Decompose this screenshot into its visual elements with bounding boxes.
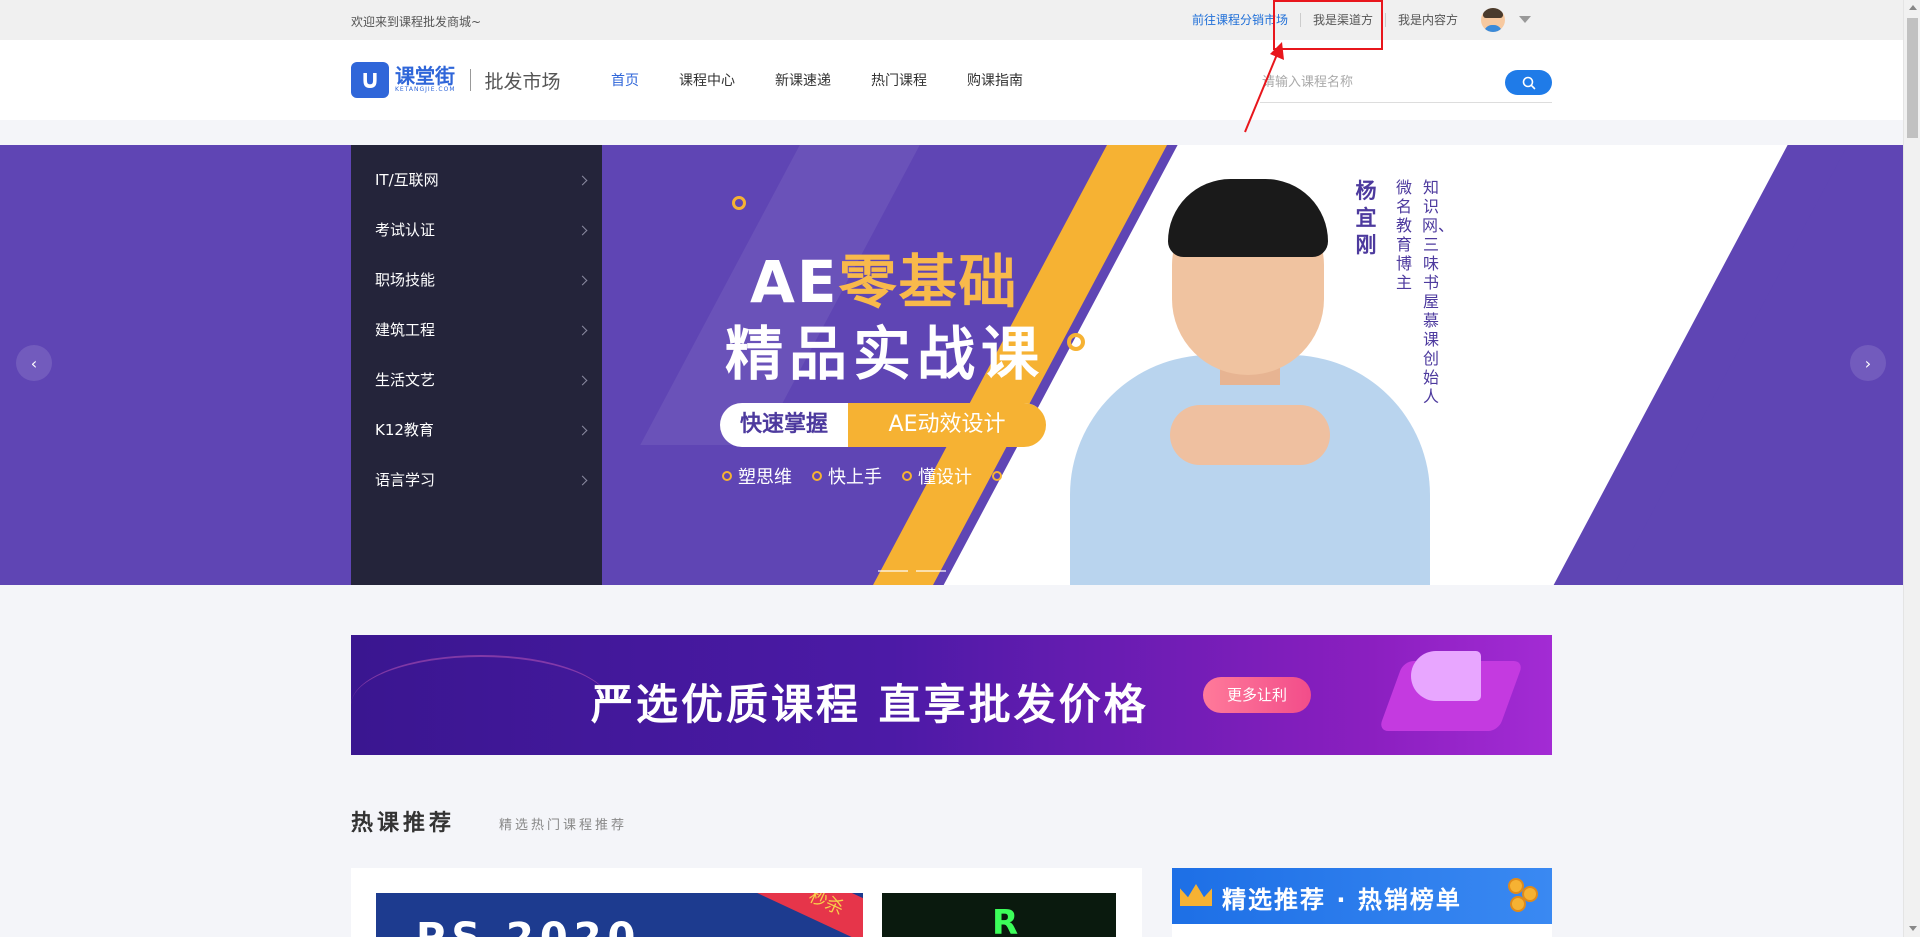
search-bar bbox=[1260, 63, 1552, 103]
feature-item: 快上手 bbox=[812, 463, 882, 489]
search-button[interactable] bbox=[1505, 70, 1552, 95]
teacher-title-1: 微名教育博主 bbox=[1395, 178, 1412, 292]
caret-down-icon[interactable] bbox=[1519, 16, 1531, 23]
nav-new-courses[interactable]: 新课速递 bbox=[775, 70, 831, 90]
nav-course-center[interactable]: 课程中心 bbox=[679, 70, 735, 90]
feature-item: 塑思维 bbox=[722, 463, 792, 489]
carousel-next-button[interactable]: › bbox=[1850, 345, 1886, 381]
promo-features: 塑思维 快上手 懂设计 巧操作 bbox=[722, 463, 1082, 489]
category-label: 语言学习 bbox=[375, 471, 436, 489]
ranking-list bbox=[1172, 924, 1552, 937]
nav-buying-guide[interactable]: 购课指南 bbox=[967, 70, 1023, 90]
carousel-dot-active[interactable] bbox=[954, 570, 984, 573]
category-item[interactable]: 建筑工程 bbox=[351, 305, 602, 355]
carousel-dot[interactable] bbox=[992, 570, 1022, 572]
logo-name: 课堂街 bbox=[395, 64, 455, 88]
category-item[interactable]: K12教育 bbox=[351, 405, 602, 455]
megaphone-shape bbox=[1411, 651, 1481, 701]
category-item[interactable]: 生活文艺 bbox=[351, 355, 602, 405]
chevron-right-icon bbox=[577, 275, 588, 286]
feature-item: 巧操作 bbox=[992, 463, 1062, 489]
user-avatar-icon[interactable] bbox=[1481, 8, 1505, 32]
category-label: 职场技能 bbox=[375, 271, 436, 289]
flash-sale-badge: 秒杀 bbox=[754, 893, 863, 937]
category-item[interactable]: 考试认证 bbox=[351, 205, 602, 255]
teacher-hair bbox=[1168, 179, 1328, 257]
category-item[interactable]: IT/互联网 bbox=[351, 155, 602, 205]
promo-subheadline: 精品实战课 bbox=[725, 320, 1046, 388]
course-cover-title: R bbox=[992, 903, 1019, 937]
teacher-hands bbox=[1170, 405, 1330, 465]
feature-item: 懂设计 bbox=[902, 463, 972, 489]
chevron-right-icon bbox=[577, 175, 588, 186]
chevron-right-icon bbox=[577, 375, 588, 386]
scroll-down-icon[interactable] bbox=[1909, 926, 1917, 931]
pill-left: 快速掌握 bbox=[739, 412, 828, 437]
coins-icon bbox=[1504, 876, 1544, 916]
market-label: 批发市场 bbox=[484, 70, 561, 93]
teacher-name: 杨宜刚 bbox=[1355, 179, 1377, 257]
nav-hot-courses[interactable]: 热门课程 bbox=[871, 70, 927, 90]
logo-mark-icon: ∪ bbox=[351, 62, 389, 98]
ad-slogan: 严选优质课程 直享批发价格 bbox=[591, 680, 1149, 729]
ranking-title: 精选推荐 · 热销榜单 bbox=[1222, 886, 1462, 914]
chevron-right-icon: › bbox=[1864, 353, 1872, 373]
category-label: 建筑工程 bbox=[375, 321, 436, 339]
scrollbar-thumb[interactable] bbox=[1907, 18, 1918, 138]
category-menu: IT/互联网 考试认证 职场技能 建筑工程 生活文艺 K12教育 语言学习 bbox=[351, 145, 602, 585]
logo-divider bbox=[469, 69, 471, 91]
category-item[interactable]: 职场技能 bbox=[351, 255, 602, 305]
content-party-link[interactable]: 我是内容方 bbox=[1385, 13, 1470, 27]
welcome-text: 欢迎来到课程批发商城~ bbox=[351, 15, 482, 29]
category-label: K12教育 bbox=[375, 421, 434, 439]
carousel-dot[interactable] bbox=[878, 570, 908, 572]
chevron-left-icon: ‹ bbox=[30, 353, 38, 373]
teacher-shirt bbox=[1070, 355, 1430, 585]
carousel-prev-button[interactable]: ‹ bbox=[16, 345, 52, 381]
promo-pill: 快速掌握 AE动效设计 bbox=[720, 403, 1046, 447]
decor-ring-icon bbox=[732, 196, 746, 210]
section-subtitle: 精选热门课程推荐 bbox=[499, 818, 628, 833]
nav-home[interactable]: 首页 bbox=[611, 70, 639, 90]
chevron-right-icon bbox=[577, 225, 588, 236]
ranking-banner[interactable]: 精选推荐 · 热销榜单 bbox=[1172, 868, 1552, 924]
course-card[interactable]: PS 2020 秒杀 bbox=[376, 893, 863, 937]
logo-sub: KETANGJIE.COM bbox=[395, 86, 456, 93]
hero-banner[interactable]: IT/互联网 考试认证 职场技能 建筑工程 生活文艺 K12教育 语言学习 AE… bbox=[0, 145, 1920, 585]
category-label: IT/互联网 bbox=[375, 171, 439, 189]
promo-ad-banner[interactable]: 严选优质课程 直享批发价格 更多让利 bbox=[351, 635, 1552, 755]
megaphone-phone-icon bbox=[1361, 641, 1524, 749]
more-discount-button[interactable]: 更多让利 bbox=[1203, 677, 1311, 713]
chevron-right-icon bbox=[577, 425, 588, 436]
course-cover-title: PS 2020 bbox=[416, 915, 641, 937]
logo-text: 课堂街 KETANGJIE.COM bbox=[395, 66, 456, 94]
carousel-dot[interactable] bbox=[916, 570, 946, 572]
section-title: 热课推荐 bbox=[351, 811, 456, 836]
top-utility-bar: 欢迎来到课程批发商城~ 前往课程分销市场 我是渠道方 我是内容方 bbox=[0, 0, 1920, 40]
promo-prefix: AE bbox=[750, 248, 839, 316]
category-label: 考试认证 bbox=[375, 221, 436, 239]
carousel-indicators bbox=[878, 570, 1030, 573]
search-icon bbox=[1522, 76, 1535, 89]
search-input[interactable] bbox=[1262, 71, 1482, 91]
pill-right: AE动效设计 bbox=[848, 403, 1046, 447]
category-item[interactable]: 语言学习 bbox=[351, 455, 602, 505]
main-nav: 首页 课程中心 新课速递 热门课程 购课指南 bbox=[611, 70, 1063, 90]
course-card[interactable]: R bbox=[882, 893, 1116, 937]
scroll-up-icon[interactable] bbox=[1909, 5, 1917, 10]
crown-icon bbox=[1180, 884, 1212, 906]
teacher-title-2: 知识网、三味书屋慕课创始人 bbox=[1422, 178, 1455, 406]
category-label: 生活文艺 bbox=[375, 371, 436, 389]
site-header: ∪ 课堂街 KETANGJIE.COM 批发市场 首页 课程中心 新课速递 热门… bbox=[0, 40, 1920, 120]
chevron-right-icon bbox=[577, 325, 588, 336]
chevron-right-icon bbox=[577, 475, 588, 486]
vertical-scrollbar[interactable] bbox=[1903, 0, 1920, 937]
site-logo[interactable]: ∪ 课堂街 KETANGJIE.COM 批发市场 bbox=[351, 62, 561, 98]
decor-wave bbox=[351, 655, 611, 755]
promo-highlight: 零基础 bbox=[838, 248, 1019, 316]
annotation-arrow-icon bbox=[1244, 42, 1284, 133]
